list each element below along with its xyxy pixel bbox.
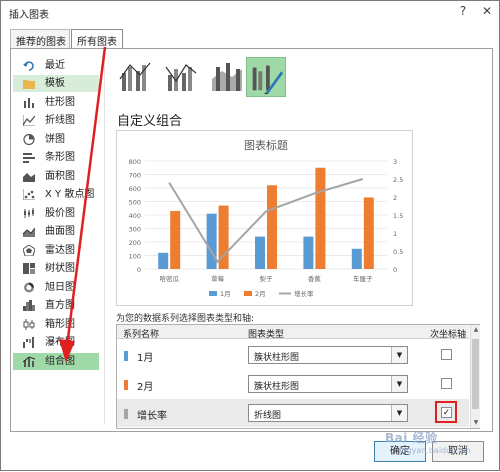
annotation-arrow xyxy=(1,1,500,472)
insert-chart-dialog: 插入图表 ? ✕ 推荐的图表 所有图表 最近 模板 柱形图 折线图 饼图 xyxy=(0,0,500,471)
